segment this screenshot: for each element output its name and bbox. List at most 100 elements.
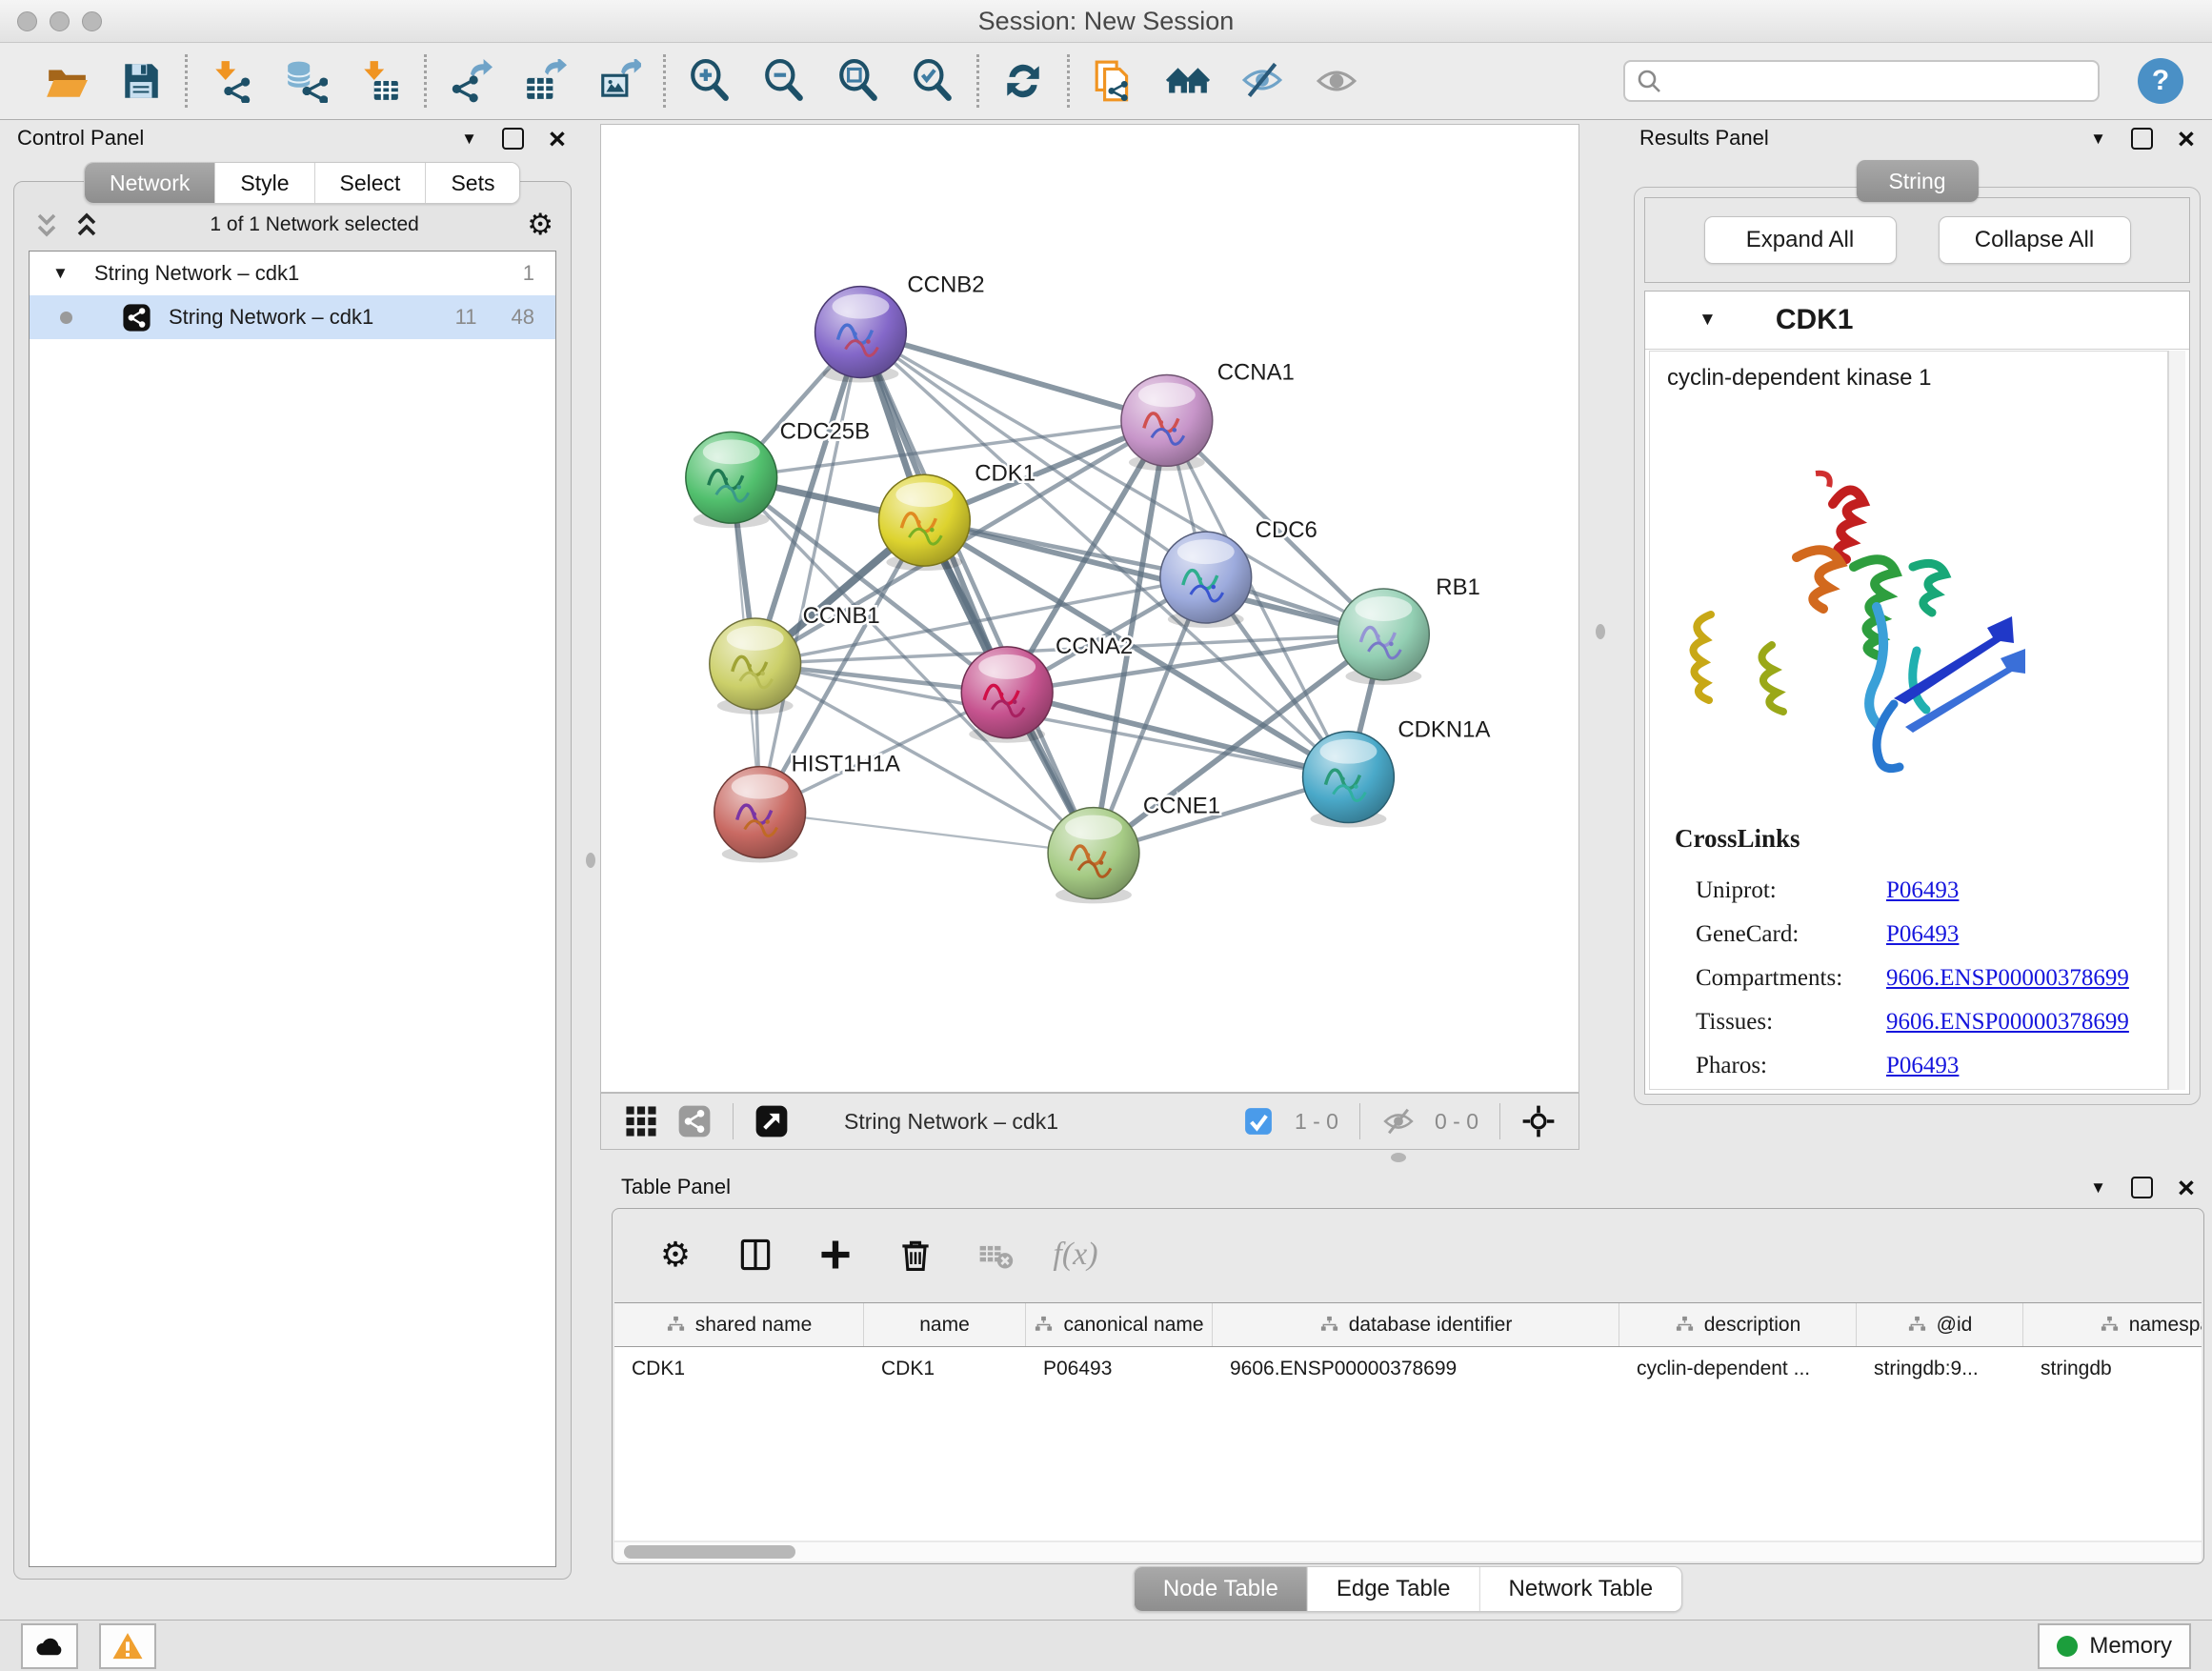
network-node-CDKN1A[interactable] [1303,732,1395,828]
column-header-name[interactable]: name [864,1303,1026,1346]
network-options-gear-icon[interactable]: ⚙ [527,211,553,240]
crosslink-link[interactable]: 9606.ENSP00000378699 [1886,1009,2129,1036]
tab-sets[interactable]: Sets [426,163,519,203]
tab-select[interactable]: Select [315,163,427,203]
open-session-icon[interactable] [44,58,90,104]
import-network-file-icon[interactable] [209,58,254,104]
search-input[interactable] [1663,63,2098,99]
float-panel-icon[interactable]: ▼ [2090,131,2106,147]
gene-section-header[interactable]: ▼ CDK1 [1645,292,2189,350]
selected-nodes-checkbox-icon[interactable] [1239,1102,1277,1140]
undock-panel-icon[interactable] [502,128,524,150]
column-header-namespace[interactable]: namespace [2023,1303,2202,1346]
tab-edge-table[interactable]: Edge Table [1308,1567,1480,1611]
column-header--id[interactable]: @id [1857,1303,2023,1346]
collapse-section-icon[interactable]: ▼ [1699,310,1717,331]
network-node-CDC6[interactable] [1160,532,1252,628]
import-table-file-icon[interactable] [357,58,403,104]
table-cell[interactable]: stringdb:9... [1857,1347,2023,1390]
crosslink-link[interactable]: P06493 [1886,921,1959,948]
column-header-canonical-name[interactable]: canonical name [1026,1303,1213,1346]
detach-view-icon[interactable] [753,1102,791,1140]
network-node-CDC25B[interactable] [686,432,777,528]
column-header-database-identifier[interactable]: database identifier [1213,1303,1619,1346]
results-panel-header: Results Panel ▼ × [1622,120,2212,156]
zoom-in-icon[interactable] [687,58,733,104]
column-header-description[interactable]: description [1619,1303,1857,1346]
network-node-CDK1[interactable] [878,474,970,571]
undock-panel-icon[interactable] [2131,1177,2153,1198]
network-node-CCNE1[interactable] [1048,808,1139,904]
table-cell[interactable]: 9606.ENSP00000378699 [1213,1347,1619,1390]
undock-panel-icon[interactable] [2131,128,2153,150]
memory-button[interactable]: Memory [2038,1623,2191,1669]
node-table[interactable]: shared namenamecanonical namedatabase id… [614,1302,2202,1540]
splitter-handle[interactable] [1596,624,1605,639]
results-scrollbar[interactable] [2168,351,2185,1090]
tab-network[interactable]: Network [85,163,215,203]
network-view-share-icon[interactable] [675,1102,714,1140]
tab-node-table[interactable]: Node Table [1135,1567,1308,1611]
table-cell[interactable]: CDK1 [614,1347,864,1390]
crosslink-link[interactable]: P06493 [1886,1053,1959,1079]
export-network-icon[interactable] [448,58,493,104]
show-hide-columns-icon[interactable] [734,1234,776,1276]
tab-style[interactable]: Style [215,163,314,203]
close-panel-icon[interactable]: × [549,124,566,153]
table-cell[interactable]: P06493 [1026,1347,1213,1390]
help-button[interactable]: ? [2138,58,2183,104]
network-node-HIST1H1A[interactable] [714,767,806,863]
network-grid-view-icon[interactable] [622,1102,660,1140]
network-list-item[interactable]: String Network – cdk11148 [30,295,555,339]
zoom-out-icon[interactable] [761,58,807,104]
delete-column-icon[interactable] [895,1234,936,1276]
apply-preferred-layout-icon[interactable] [1000,58,1046,104]
first-neighbors-icon[interactable] [1165,58,1211,104]
scrollbar-thumb[interactable] [624,1545,795,1559]
crosslink-link[interactable]: 9606.ENSP00000378699 [1886,965,2129,992]
table-horizontal-scrollbar[interactable] [614,1542,2202,1561]
network-node-RB1[interactable] [1337,589,1429,685]
close-panel-icon[interactable]: × [2178,1173,2195,1202]
tab-string[interactable]: String [1856,160,1978,202]
import-network-database-icon[interactable] [283,58,329,104]
birdseye-view-icon[interactable] [1519,1102,1558,1140]
collapse-all-button[interactable]: Collapse All [1939,216,2131,264]
new-network-from-selection-icon[interactable] [1091,58,1136,104]
export-image-icon[interactable] [596,58,642,104]
network-edge[interactable] [760,332,861,813]
table-cell[interactable]: stringdb [2023,1347,2202,1390]
network-graph[interactable]: CCNB2CCNA1CDC25BCDK1CDC6RB1CCNB1CCNA2CDK… [601,125,1579,1092]
tree-expander-icon[interactable]: ▼ [52,264,77,283]
network-node-CCNA1[interactable] [1121,374,1213,471]
table-cell[interactable]: CDK1 [864,1347,1026,1390]
collapse-all-icon[interactable] [31,210,62,240]
table-options-gear-icon[interactable]: ⚙ [654,1234,696,1276]
warnings-button[interactable] [99,1623,156,1669]
network-edge[interactable] [860,332,1166,421]
network-view-canvas[interactable]: CCNB2CCNA1CDC25BCDK1CDC6RB1CCNB1CCNA2CDK… [600,124,1579,1093]
expand-all-icon[interactable] [71,210,102,240]
network-node-CCNB1[interactable] [710,618,801,715]
float-panel-icon[interactable]: ▼ [2090,1179,2106,1196]
hide-selected-icon[interactable] [1239,58,1285,104]
table-cell[interactable]: cyclin-dependent ... [1619,1347,1857,1390]
splitter-handle[interactable] [586,853,595,868]
cloud-status-button[interactable] [21,1623,78,1669]
splitter-handle[interactable] [1391,1153,1406,1162]
network-list-item[interactable]: ▼String Network – cdk11 [30,252,555,295]
zoom-selected-icon[interactable] [910,58,955,104]
save-session-icon[interactable] [118,58,164,104]
column-header-shared-name[interactable]: shared name [614,1303,864,1346]
crosslink-link[interactable]: P06493 [1886,877,1959,904]
tab-network-table[interactable]: Network Table [1480,1567,1682,1611]
search-field[interactable] [1623,60,2100,102]
create-column-icon[interactable] [814,1234,856,1276]
zoom-fit-icon[interactable] [835,58,881,104]
table-row[interactable]: CDK1CDK1P064939606.ENSP00000378699cyclin… [614,1347,2202,1390]
close-panel-icon[interactable]: × [2178,124,2195,153]
float-panel-icon[interactable]: ▼ [461,131,477,147]
export-table-icon[interactable] [522,58,568,104]
network-edge[interactable] [760,813,1094,854]
expand-all-button[interactable]: Expand All [1704,216,1897,264]
